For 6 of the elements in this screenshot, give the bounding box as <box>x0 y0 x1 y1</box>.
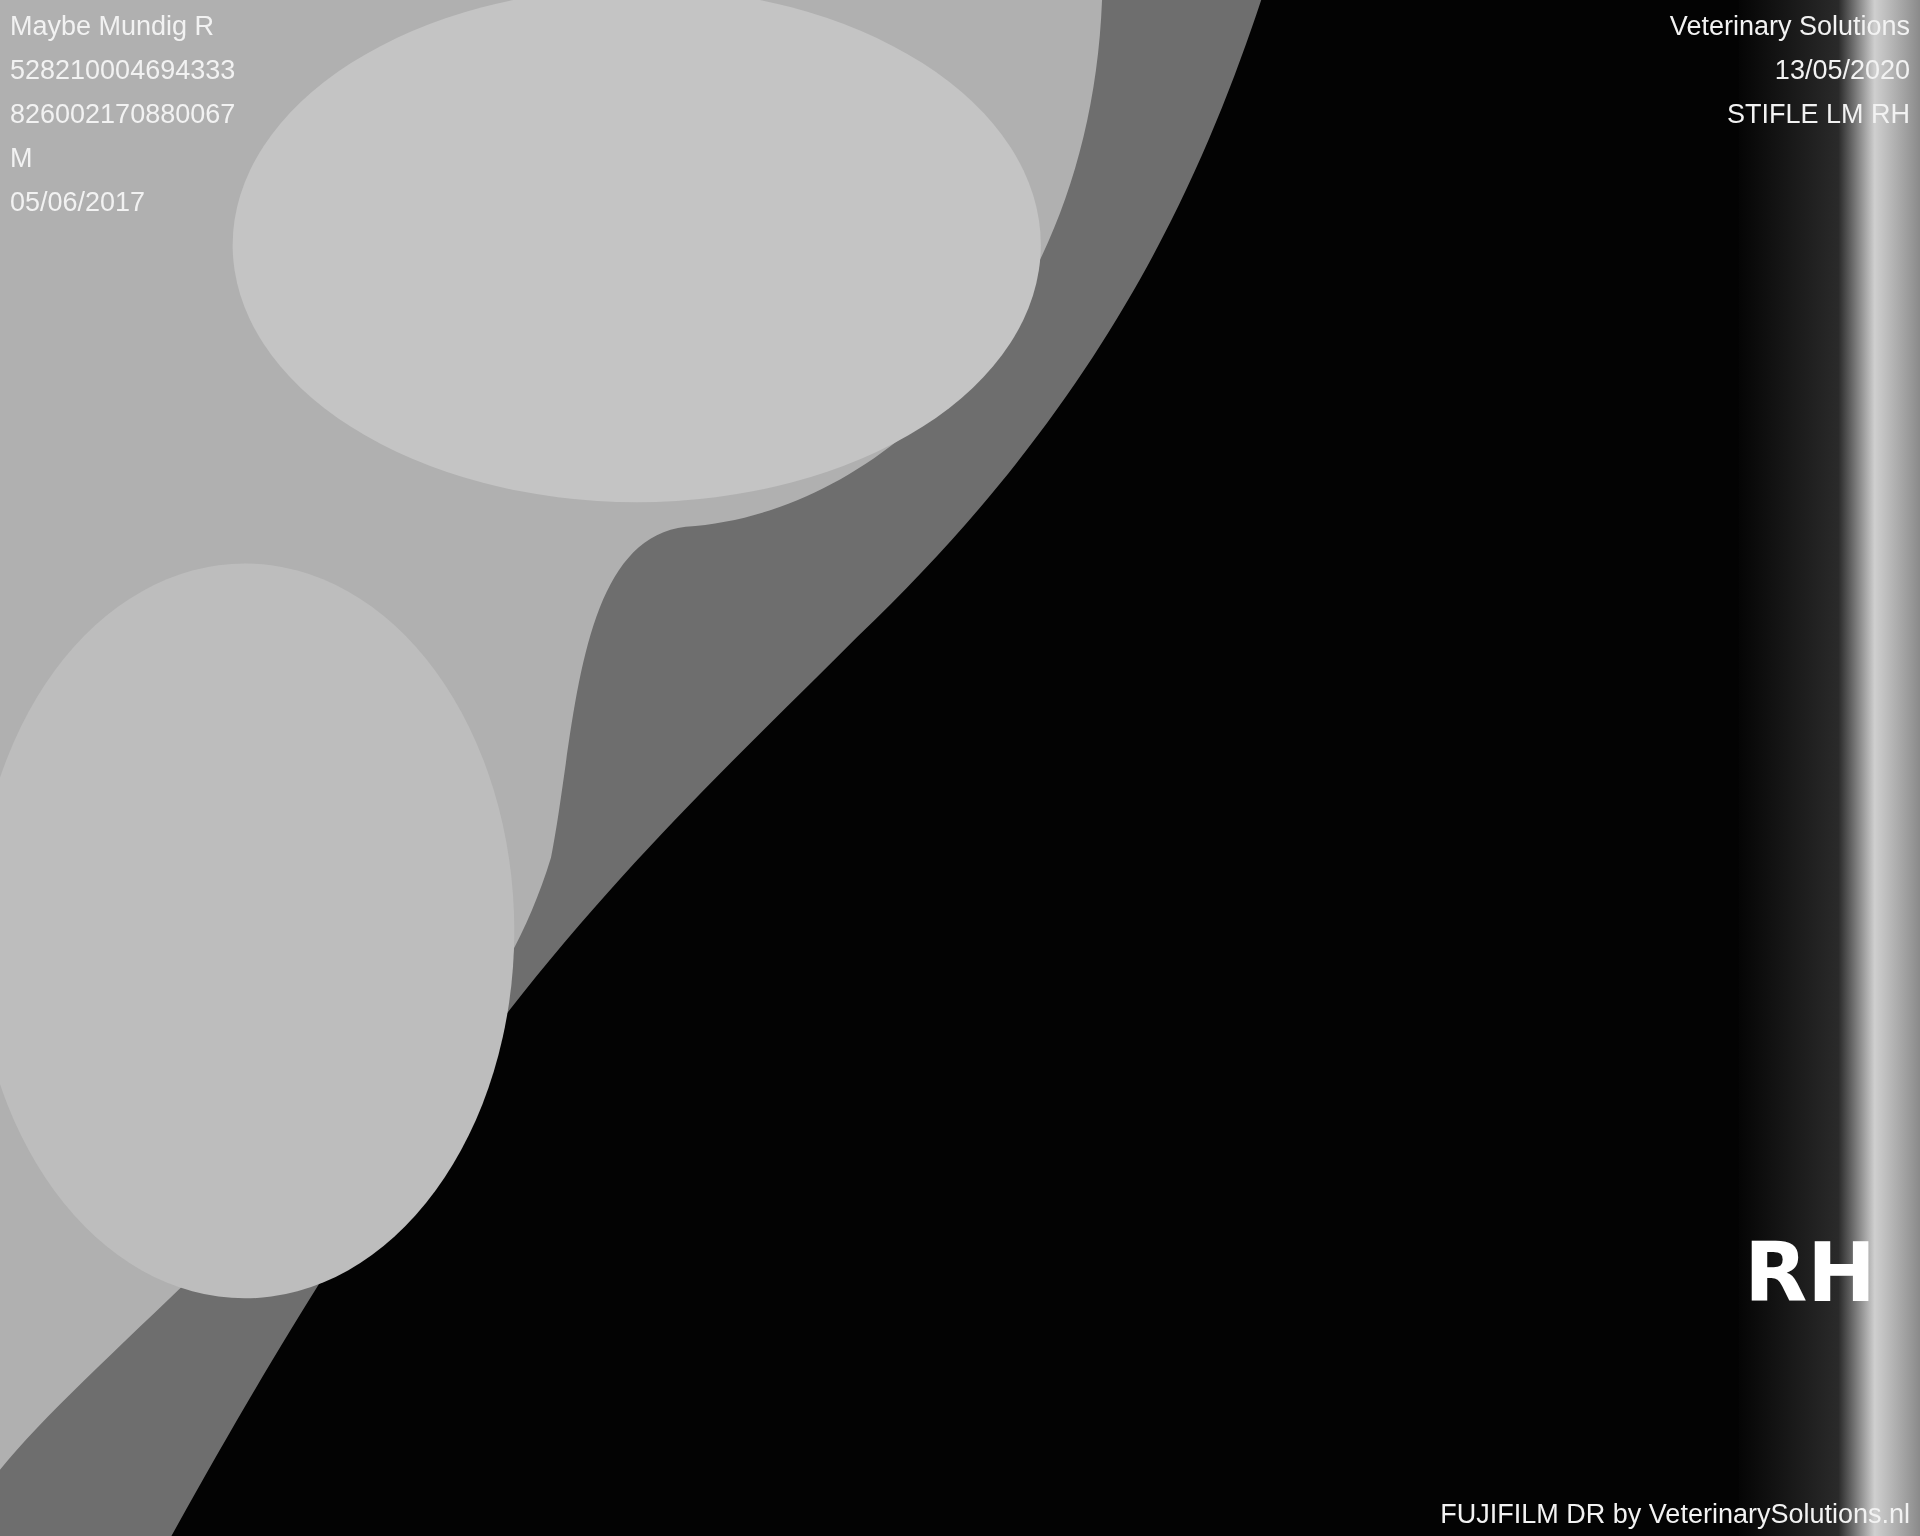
patient-info-text: 826002170880067 <box>10 98 236 131</box>
patient-info-text: 528210004694333 <box>10 54 236 87</box>
patient-info-text: Maybe Mundig R <box>10 10 215 43</box>
study-info-text: STIFLE LM RH <box>1726 98 1910 131</box>
patient-info-text: 05/06/2017 <box>10 186 146 219</box>
patient-info-text: M <box>10 142 33 175</box>
